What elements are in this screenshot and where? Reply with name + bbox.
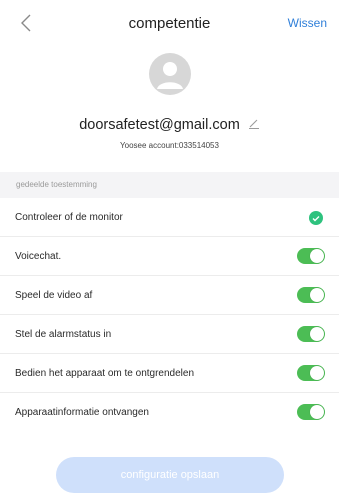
toggle-knob bbox=[310, 366, 324, 380]
check-circle-icon[interactable] bbox=[309, 211, 323, 225]
permission-row-voicechat: Voicechat. bbox=[0, 237, 339, 276]
account-id: Yoosee account:033514053 bbox=[120, 141, 219, 150]
permission-row-unlock: Bedien het apparaat om te ontgrendelen bbox=[0, 354, 339, 393]
toggle-knob bbox=[310, 249, 324, 263]
permission-label: Voicechat. bbox=[15, 251, 62, 262]
permission-row-device-info: Apparaatinformatie ontvangen bbox=[0, 393, 339, 432]
pencil-icon[interactable] bbox=[248, 117, 260, 133]
permission-row-monitor: Controleer of de monitor bbox=[0, 198, 339, 237]
device-info-toggle[interactable] bbox=[297, 404, 325, 420]
account-email: doorsafetest@gmail.com bbox=[79, 117, 240, 133]
section-label: gedeelde toestemming bbox=[16, 180, 97, 189]
playback-toggle[interactable] bbox=[297, 287, 325, 303]
section-header: gedeelde toestemming bbox=[0, 172, 339, 198]
permission-label: Apparaatinformatie ontvangen bbox=[15, 407, 149, 418]
permission-label: Speel de video af bbox=[15, 290, 93, 301]
email-row: doorsafetest@gmail.com bbox=[0, 117, 339, 133]
permission-row-alarm: Stel de alarmstatus in bbox=[0, 315, 339, 354]
permission-label: Controleer of de monitor bbox=[15, 212, 123, 223]
unlock-toggle[interactable] bbox=[297, 365, 325, 381]
toggle-knob bbox=[310, 327, 324, 341]
permission-label: Bedien het apparaat om te ontgrendelen bbox=[15, 368, 195, 379]
toggle-knob bbox=[310, 288, 324, 302]
clear-button[interactable]: Wissen bbox=[288, 16, 327, 30]
permission-row-playback: Speel de video af bbox=[0, 276, 339, 315]
toggle-knob bbox=[310, 405, 324, 419]
permission-label: Stel de alarmstatus in bbox=[15, 329, 112, 340]
permission-screen: competentie Wissen doorsafetest@gmail.co… bbox=[0, 0, 339, 501]
voicechat-toggle[interactable] bbox=[297, 248, 325, 264]
permission-list: Controleer of de monitor Voicechat. Spee… bbox=[0, 198, 339, 432]
header: competentie Wissen bbox=[0, 0, 339, 46]
alarm-toggle[interactable] bbox=[297, 326, 325, 342]
save-configuration-button[interactable]: configuratie opslaan bbox=[56, 457, 284, 493]
user-avatar-icon bbox=[149, 53, 191, 95]
